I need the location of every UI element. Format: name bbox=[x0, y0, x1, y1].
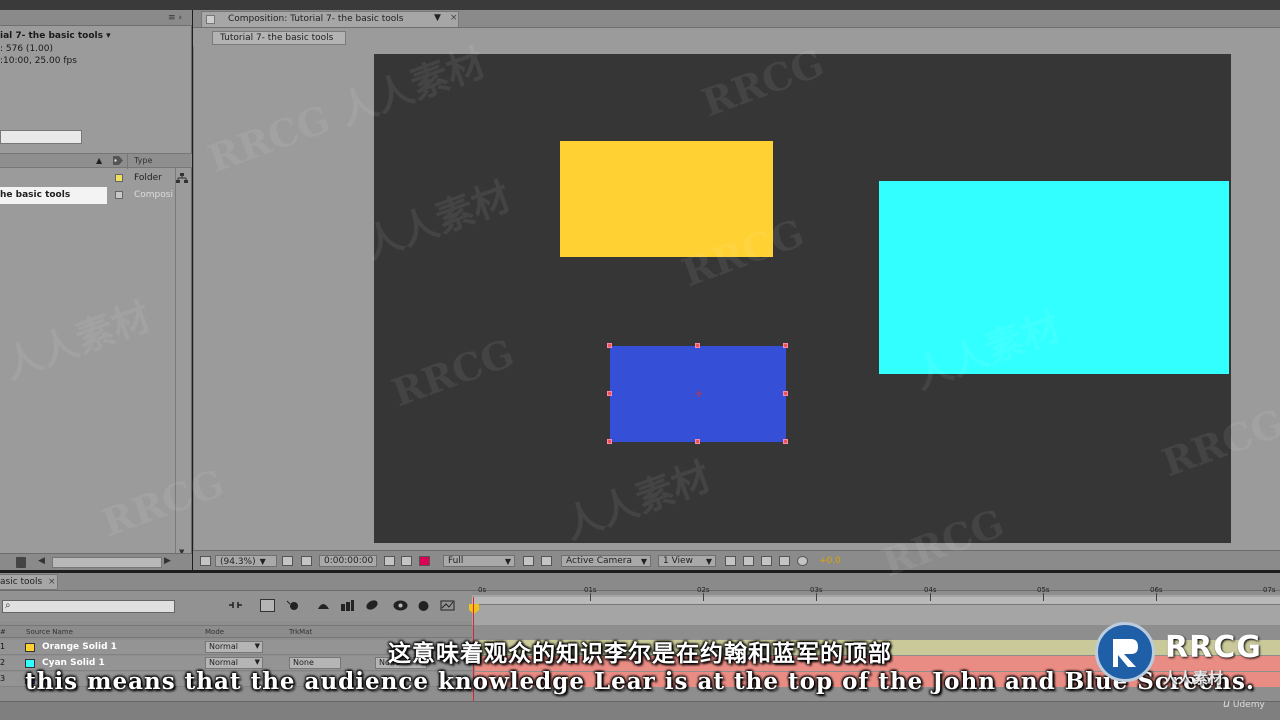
project-item-folder[interactable]: Folder bbox=[0, 170, 192, 187]
live-update-icon[interactable] bbox=[260, 599, 275, 612]
grid-guides-icon[interactable] bbox=[282, 556, 293, 566]
timeline-icon[interactable] bbox=[761, 556, 772, 566]
transform-handle[interactable] bbox=[607, 439, 612, 444]
label-tag-icon[interactable] bbox=[112, 155, 124, 166]
transform-handle[interactable] bbox=[607, 391, 612, 396]
blue-solid-layer[interactable]: ✛ bbox=[607, 343, 788, 444]
auto-keyframe-icon[interactable] bbox=[416, 599, 431, 612]
transform-handle[interactable] bbox=[695, 343, 700, 348]
project-item-name: he basic tools bbox=[0, 187, 107, 204]
trash-icon[interactable] bbox=[16, 557, 26, 568]
show-snapshot-icon[interactable] bbox=[401, 556, 412, 566]
close-icon[interactable]: × bbox=[450, 13, 458, 23]
color-channels-icon[interactable] bbox=[419, 556, 430, 566]
composition-tabbar: Composition: Tutorial 7- the basic tools… bbox=[193, 10, 1280, 28]
rrcg-logo-icon bbox=[1095, 622, 1155, 682]
tab-composition[interactable]: Composition: Tutorial 7- the basic tools… bbox=[201, 11, 459, 27]
transform-handle[interactable] bbox=[695, 439, 700, 444]
column-type-label[interactable]: Type bbox=[134, 156, 152, 165]
comp-name-info[interactable]: ial 7- the basic tools ▾ bbox=[0, 31, 111, 41]
comp-breadcrumb[interactable]: Tutorial 7- the basic tools bbox=[212, 31, 346, 45]
camera-view-dropdown[interactable]: Active Camera ▼ bbox=[561, 555, 651, 567]
project-panel: ≡ › ial 7- the basic tools ▾ : 576 (1.00… bbox=[0, 10, 192, 570]
tab-label: asic tools bbox=[0, 577, 43, 587]
project-column-header: ▲ Type bbox=[0, 153, 192, 169]
label-color-swatch[interactable] bbox=[115, 191, 123, 199]
transform-handle[interactable] bbox=[783, 439, 788, 444]
logo-text: RRCG bbox=[1165, 630, 1262, 665]
draft-3d-icon[interactable] bbox=[285, 599, 300, 612]
cyan-solid-layer[interactable] bbox=[879, 181, 1229, 374]
region-of-interest-icon[interactable] bbox=[523, 556, 534, 566]
current-time-field[interactable]: 0:00:00:00 bbox=[319, 555, 377, 567]
always-preview-icon[interactable] bbox=[200, 556, 211, 566]
transform-handle[interactable] bbox=[783, 391, 788, 396]
project-scrollbar[interactable]: ▼ bbox=[176, 168, 189, 558]
comp-duration-info: :10:00, 25.00 fps bbox=[0, 56, 77, 66]
shy-layers-icon[interactable] bbox=[316, 599, 331, 612]
magnification-dropdown[interactable]: (94.3%) ▼ bbox=[215, 555, 277, 567]
resolution-dropdown[interactable]: Full ▼ bbox=[443, 555, 515, 567]
anchor-point-icon[interactable]: ✛ bbox=[695, 391, 703, 400]
scroll-left-icon[interactable]: ◀ bbox=[38, 556, 45, 566]
transform-handle[interactable] bbox=[607, 343, 612, 348]
udemy-text: Udemy bbox=[1232, 700, 1265, 710]
scroll-right-icon[interactable]: ▶ bbox=[164, 556, 171, 566]
resolution-value: Full bbox=[448, 556, 464, 566]
udemy-logo-icon: u bbox=[1223, 697, 1230, 710]
project-panel-header: ≡ › bbox=[0, 10, 192, 26]
label-color-swatch[interactable] bbox=[115, 174, 123, 182]
motion-blur-icon[interactable] bbox=[364, 599, 379, 612]
tab-timeline[interactable]: asic tools × bbox=[0, 574, 58, 590]
frame-blending-icon[interactable] bbox=[340, 599, 355, 612]
project-item-type: Folder bbox=[134, 173, 162, 183]
project-search-input[interactable] bbox=[0, 130, 82, 144]
time-tick: 07s bbox=[1263, 586, 1276, 594]
search-icon: ⌕ bbox=[5, 600, 11, 611]
work-area-bar[interactable] bbox=[472, 597, 1280, 605]
magnification-value: (94.3%) bbox=[220, 557, 256, 567]
flowchart-icon[interactable] bbox=[779, 556, 790, 566]
subtitle-english: this means that the audience knowledge L… bbox=[25, 668, 1255, 695]
project-item-composition[interactable]: he basic tools Composi bbox=[0, 187, 192, 204]
timeline-tabbar: asic tools × bbox=[0, 573, 1280, 591]
logo-subtext: 人人素材 bbox=[1163, 669, 1224, 687]
reset-exposure-icon[interactable] bbox=[797, 556, 808, 566]
project-item-type: Composi bbox=[134, 190, 173, 200]
timeline-footer bbox=[0, 701, 1280, 720]
tab-label: Composition: Tutorial 7- the basic tools bbox=[228, 14, 404, 24]
orange-solid-layer[interactable] bbox=[560, 141, 773, 257]
subtitle-chinese: 这意味着观众的知识李尔是在约翰和蓝军的顶部 bbox=[388, 641, 892, 667]
comp-mini-flowchart-icon[interactable] bbox=[228, 599, 243, 612]
timeline-controls: ⌕ bbox=[0, 591, 472, 621]
views-value: 1 View bbox=[663, 556, 693, 566]
composition-panel: Composition: Tutorial 7- the basic tools… bbox=[193, 10, 1280, 570]
fast-previews-icon[interactable] bbox=[743, 556, 754, 566]
comp-size-info: : 576 (1.00) bbox=[0, 44, 53, 54]
sort-ascending-icon[interactable]: ▲ bbox=[96, 156, 102, 165]
view-layout-dropdown[interactable]: 1 View ▼ bbox=[658, 555, 716, 567]
brainstorm-icon[interactable] bbox=[393, 599, 408, 612]
viewer-toolbar: (94.3%) ▼ 0:00:00:00 Full ▼ Active Camera ▼… bbox=[193, 550, 1280, 570]
lock-icon[interactable] bbox=[206, 15, 215, 24]
composition-canvas[interactable]: ✛ bbox=[374, 54, 1231, 543]
timeline-search-input[interactable]: ⌕ bbox=[2, 600, 175, 613]
mask-visibility-icon[interactable] bbox=[301, 556, 312, 566]
time-tick: 0s bbox=[478, 586, 487, 594]
graph-editor-icon[interactable] bbox=[440, 599, 455, 612]
dropdown-arrow-icon[interactable]: ▼ bbox=[434, 13, 441, 23]
panel-menu-icon[interactable]: ≡ › bbox=[168, 13, 182, 23]
transform-handle[interactable] bbox=[783, 343, 788, 348]
exposure-value[interactable]: +0.0 bbox=[819, 556, 841, 566]
top-strip bbox=[0, 0, 1280, 10]
toggle-pixel-aspect-icon[interactable] bbox=[725, 556, 736, 566]
udemy-watermark: u Udemy bbox=[1223, 697, 1265, 710]
transparency-grid-icon[interactable] bbox=[541, 556, 552, 566]
camera-snapshot-icon[interactable] bbox=[384, 556, 395, 566]
close-icon[interactable]: × bbox=[48, 577, 56, 587]
project-footer: ◀ ▶ bbox=[0, 553, 192, 570]
camera-value: Active Camera bbox=[566, 556, 633, 566]
horizontal-scrollbar[interactable] bbox=[52, 557, 162, 568]
